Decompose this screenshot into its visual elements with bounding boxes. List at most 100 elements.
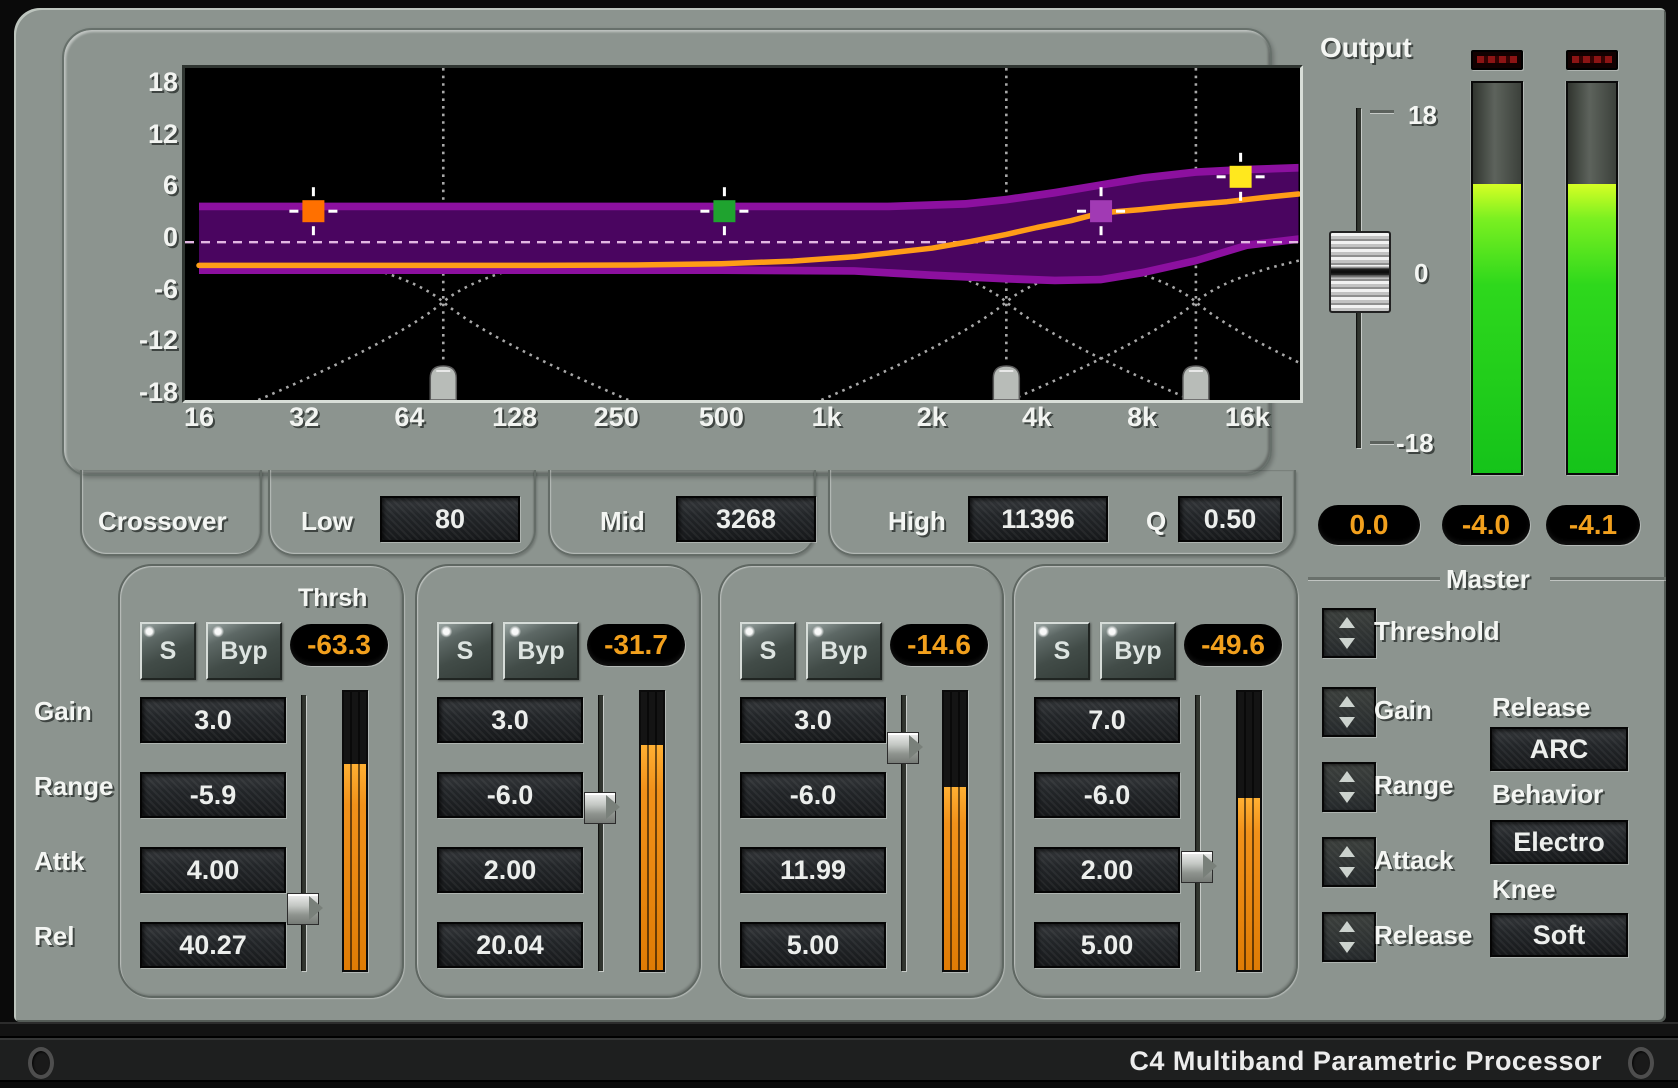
stepper-down-icon[interactable] [1339, 942, 1355, 953]
knee-mode-button[interactable]: Soft [1490, 913, 1628, 957]
master-range-label: Range [1374, 770, 1453, 801]
stepper-down-icon[interactable] [1339, 717, 1355, 728]
band-2-range-value[interactable]: -6.0 [437, 772, 583, 818]
output-scale-tick-top [1370, 110, 1394, 113]
band-1-release-value[interactable]: 40.27 [140, 922, 286, 968]
band-2-attack-value[interactable]: 2.00 [437, 847, 583, 893]
band-1-threshold-track[interactable] [301, 695, 306, 971]
master-range-stepper[interactable] [1322, 762, 1376, 812]
band-4-threshold-fader-handle[interactable] [1181, 851, 1213, 883]
y-tick-label: -6 [128, 274, 178, 305]
band-1-solo-button[interactable]: S [140, 622, 196, 680]
band-4-marker[interactable] [1230, 166, 1252, 188]
master-release-stepper[interactable] [1322, 912, 1376, 962]
master-attack-stepper[interactable] [1322, 837, 1376, 887]
band-1-marker[interactable] [302, 200, 324, 222]
stepper-up-icon[interactable] [1339, 696, 1355, 707]
band-2-marker[interactable] [713, 200, 735, 222]
release-mode-button[interactable]: ARC [1490, 727, 1628, 771]
x-tick-label: 2k [897, 402, 967, 433]
clip-led-left[interactable] [1471, 50, 1523, 70]
master-gain-stepper[interactable] [1322, 687, 1376, 737]
x-tick-label: 64 [374, 402, 444, 433]
band-2-gain-value[interactable]: 3.0 [437, 697, 583, 743]
q-label: Q [1146, 506, 1166, 537]
band-3-threshold-readout: -14.6 [890, 624, 988, 666]
band-2-threshold-readout: -31.7 [587, 624, 685, 666]
band-3-marker[interactable] [1090, 200, 1112, 222]
stepper-down-icon[interactable] [1339, 792, 1355, 803]
master-threshold-stepper[interactable] [1322, 608, 1376, 658]
marker-tick [328, 210, 337, 213]
attack-row-label: Attk [34, 846, 85, 877]
band-3-meter-stripes [944, 692, 966, 970]
stepper-up-icon[interactable] [1339, 921, 1355, 932]
stepper-up-icon[interactable] [1339, 771, 1355, 782]
band-1-bypass-button[interactable]: Byp [206, 622, 282, 680]
behavior-mode-button[interactable]: Electro [1490, 820, 1628, 864]
band-4-attack-value[interactable]: 2.00 [1034, 847, 1180, 893]
band-1-attack-value[interactable]: 4.00 [140, 847, 286, 893]
band-4-threshold-track[interactable] [1195, 695, 1200, 971]
output-meter-right-readout[interactable]: -4.1 [1546, 505, 1640, 545]
output-meter-left-fill [1473, 184, 1521, 473]
stepper-up-icon[interactable] [1339, 846, 1355, 857]
master-divider-right [1550, 577, 1666, 580]
band-3-release-value[interactable]: 5.00 [740, 922, 886, 968]
band-1-gain-value[interactable]: 3.0 [140, 697, 286, 743]
master-divider-left [1308, 577, 1440, 580]
stepper-up-icon[interactable] [1339, 617, 1355, 628]
mid-crossover-value[interactable]: 3268 [676, 496, 816, 542]
band-4-release-value[interactable]: 5.00 [1034, 922, 1180, 968]
waves-logo-icon[interactable] [1628, 1047, 1654, 1079]
x-tick-label: 4k [1002, 402, 1072, 433]
band-4-meter [1236, 690, 1262, 972]
marker-tick [1100, 226, 1103, 235]
band-4-bypass-button[interactable]: Byp [1100, 622, 1176, 680]
band-4-gain-value[interactable]: 7.0 [1034, 697, 1180, 743]
band-3-meter [942, 690, 968, 972]
stepper-down-icon[interactable] [1339, 638, 1355, 649]
clip-led-right[interactable] [1566, 50, 1618, 70]
band-3-bypass-button[interactable]: Byp [806, 622, 882, 680]
high-crossover-value[interactable]: 11396 [968, 496, 1108, 542]
band-2-threshold-track[interactable] [598, 695, 603, 971]
band-4-meter-stripes [1238, 692, 1260, 970]
low-crossover-value[interactable]: 80 [380, 496, 520, 542]
master-threshold-label: Threshold [1374, 616, 1500, 647]
output-scale-0: 0 [1414, 258, 1428, 289]
band-3-solo-button[interactable]: S [740, 622, 796, 680]
output-fader-handle[interactable] [1329, 231, 1391, 313]
band-4-range-value[interactable]: -6.0 [1034, 772, 1180, 818]
marker-tick [1100, 187, 1103, 196]
gain-row-label: Gain [34, 696, 92, 727]
band-2-threshold-fader-handle[interactable] [584, 792, 616, 824]
stepper-down-icon[interactable] [1339, 867, 1355, 878]
output-fader-readout: 0.0 [1318, 505, 1420, 545]
y-tick-label: 18 [128, 67, 178, 98]
master-gain-label: Gain [1374, 695, 1432, 726]
band-1-range-value[interactable]: -5.9 [140, 772, 286, 818]
band-2-solo-button[interactable]: S [437, 622, 493, 680]
q-value[interactable]: 0.50 [1178, 496, 1282, 542]
band-4-solo-button[interactable]: S [1034, 622, 1090, 680]
master-label: Master [1446, 564, 1530, 595]
band-3-threshold-fader-handle[interactable] [887, 732, 919, 764]
band-1-threshold-readout: -63.3 [290, 624, 388, 666]
y-tick-label: -12 [128, 325, 178, 356]
dynamics-graph[interactable] [185, 68, 1300, 400]
output-meter-left-readout[interactable]: -4.0 [1442, 505, 1530, 545]
crossover-label: Crossover [98, 506, 227, 537]
y-axis: 181260-6-12-18 [128, 68, 178, 400]
band-3-attack-value[interactable]: 11.99 [740, 847, 886, 893]
band-3-gain-value[interactable]: 3.0 [740, 697, 886, 743]
clip-led-segments [1572, 56, 1612, 63]
band-3-range-value[interactable]: -6.0 [740, 772, 886, 818]
band-1-threshold-fader-handle[interactable] [287, 893, 319, 925]
waves-logo-icon[interactable] [28, 1047, 54, 1079]
band-2-release-value[interactable]: 20.04 [437, 922, 583, 968]
marker-tick [312, 226, 315, 235]
marker-tick [723, 187, 726, 196]
graph-panel: 181260-6-12-18 1632641282505001k2k4k8k16… [62, 28, 1272, 476]
band-2-bypass-button[interactable]: Byp [503, 622, 579, 680]
